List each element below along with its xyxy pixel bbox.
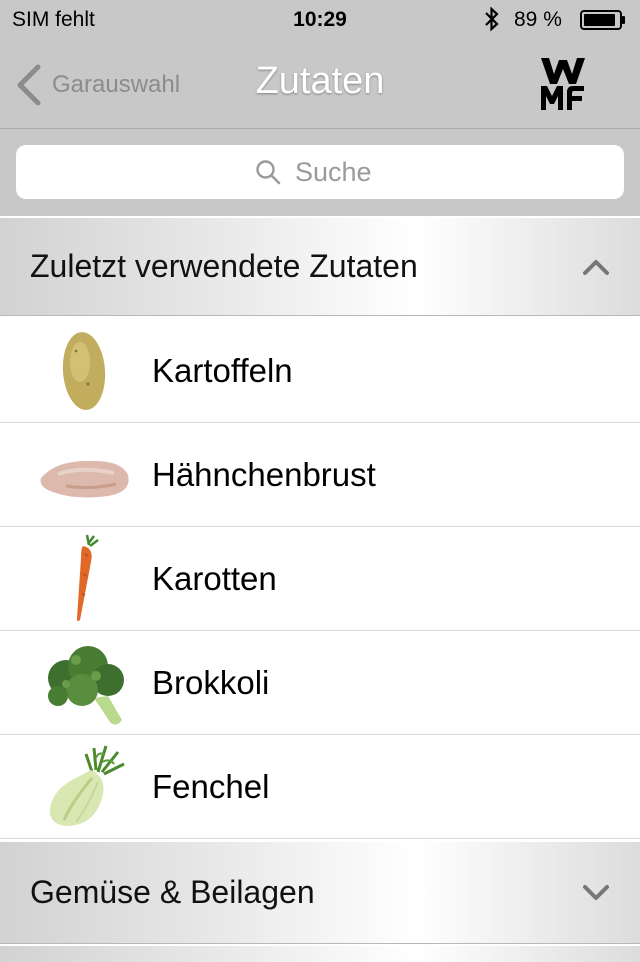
search-area	[0, 129, 640, 216]
navigation-bar: Garauswahl Zutaten	[0, 40, 640, 129]
battery-percentage: 89 %	[514, 8, 562, 31]
carrot-image	[36, 534, 136, 624]
search-field[interactable]	[16, 145, 624, 199]
list-item[interactable]: Brokkoli	[0, 631, 640, 735]
list-item-label: Kartoffeln	[152, 351, 293, 389]
section-title: Zuletzt verwendete Zutaten	[30, 248, 418, 284]
list-item[interactable]: Karotten	[0, 527, 640, 631]
chicken-breast-image	[36, 430, 136, 520]
list-item-label: Fenchel	[152, 767, 270, 805]
broccoli-image	[36, 638, 136, 728]
list-item-label: Hähnchenbrust	[152, 455, 376, 493]
chevron-down-icon	[583, 884, 609, 900]
battery-icon	[580, 10, 625, 30]
list-item[interactable]: Kartoffeln	[0, 319, 640, 423]
search-input[interactable]	[295, 156, 385, 188]
next-section-header-partial	[0, 944, 640, 962]
section-title: Gemüse & Beilagen	[30, 874, 315, 910]
list-item-label: Karotten	[152, 559, 277, 597]
section-header-recent[interactable]: Zuletzt verwendete Zutaten	[0, 216, 640, 316]
list-item-label: Brokkoli	[152, 663, 270, 701]
status-bar: SIM fehlt 10:29 89 %	[0, 0, 640, 40]
wmf-logo	[541, 58, 585, 110]
search-icon	[256, 160, 281, 185]
list-item[interactable]: Hähnchenbrust	[0, 423, 640, 527]
potato-image	[36, 326, 136, 416]
fennel-image	[36, 742, 136, 832]
section-header-vegetables[interactable]: Gemüse & Beilagen	[0, 840, 640, 944]
chevron-up-icon	[583, 259, 609, 275]
list-item[interactable]: Fenchel	[0, 735, 640, 839]
bluetooth-icon	[485, 6, 499, 32]
